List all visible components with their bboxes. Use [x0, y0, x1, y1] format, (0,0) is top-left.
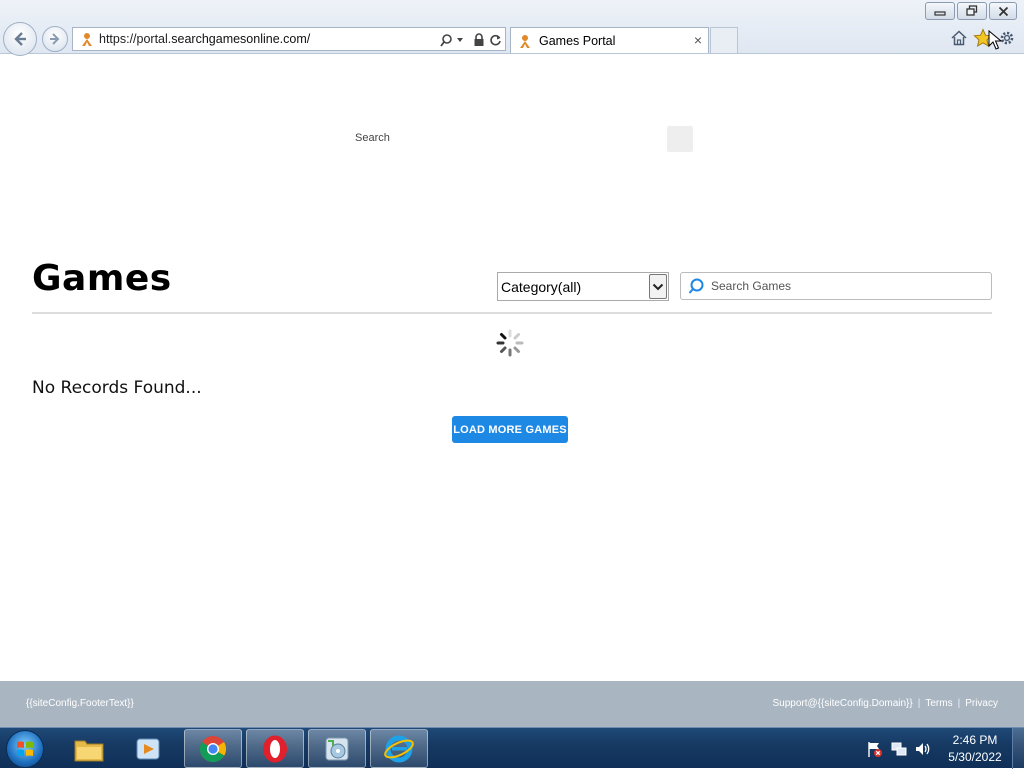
- search-games-input[interactable]: [709, 278, 979, 294]
- minimize-button[interactable]: [925, 2, 955, 20]
- restore-button[interactable]: [957, 2, 987, 20]
- taskbar-explorer[interactable]: [60, 729, 118, 768]
- start-button[interactable]: [6, 730, 44, 768]
- minimize-icon: [934, 11, 946, 16]
- tab-games-portal[interactable]: Games Portal ×: [510, 27, 709, 53]
- search-dropdown-icon[interactable]: [439, 32, 465, 48]
- explorer-icon: [74, 740, 104, 761]
- show-desktop-button[interactable]: [1012, 728, 1024, 769]
- close-icon: [998, 6, 1008, 16]
- taskbar-media-center[interactable]: [308, 729, 366, 768]
- taskbar-internet-explorer[interactable]: [370, 729, 428, 768]
- network-icon[interactable]: [890, 740, 908, 758]
- url-text[interactable]: https://portal.searchgamesonline.com/: [99, 32, 310, 46]
- tab-favicon-icon: [520, 34, 530, 48]
- tab-title: Games Portal: [539, 33, 616, 48]
- internet-explorer-icon: [384, 735, 414, 762]
- back-arrow-icon: [14, 32, 26, 46]
- address-bar[interactable]: https://portal.searchgamesonline.com/: [72, 27, 506, 51]
- volume-icon[interactable]: [914, 740, 932, 758]
- windows-logo-icon: [17, 741, 33, 756]
- site-footer: {{siteConfig.FooterText}} Support@{{site…: [0, 681, 1024, 727]
- search-icon: [688, 278, 704, 294]
- terms-link[interactable]: Terms: [925, 698, 952, 709]
- refresh-icon[interactable]: [488, 32, 502, 48]
- chrome-icon: [199, 735, 227, 762]
- taskbar-chrome[interactable]: [184, 729, 242, 768]
- url-domain: searchgamesonline.com/: [171, 32, 311, 46]
- lock-icon[interactable]: [472, 32, 486, 48]
- no-records-message: No Records Found...: [32, 378, 202, 398]
- close-button[interactable]: [989, 2, 1017, 20]
- support-link[interactable]: Support@{{siteConfig.Domain}}: [773, 698, 913, 709]
- footer-separator: |: [957, 698, 961, 709]
- site-favicon-icon: [82, 33, 92, 46]
- privacy-link[interactable]: Privacy: [965, 698, 998, 709]
- forward-button[interactable]: [42, 26, 68, 52]
- search-label: Search: [355, 132, 390, 144]
- taskbar: 2:46 PM 5/30/2022: [0, 727, 1024, 769]
- media-player-icon: [136, 738, 160, 759]
- load-more-games-button[interactable]: LOAD MORE GAMES: [452, 416, 568, 443]
- search-games-box[interactable]: [680, 272, 992, 300]
- loading-spinner-icon: [496, 329, 524, 357]
- header-divider: [32, 312, 992, 314]
- tab-close-icon[interactable]: ×: [694, 33, 702, 47]
- search-button[interactable]: [667, 126, 693, 152]
- taskbar-opera[interactable]: [246, 729, 304, 768]
- category-select-value: Category(all): [501, 278, 582, 295]
- home-icon[interactable]: [948, 27, 970, 49]
- clock-time[interactable]: 2:46 PM: [940, 733, 1010, 747]
- restore-icon: [966, 5, 978, 16]
- clock-date[interactable]: 5/30/2022: [940, 750, 1010, 764]
- media-center-icon: [325, 737, 349, 760]
- forward-arrow-icon: [50, 33, 60, 45]
- opera-icon: [263, 735, 287, 762]
- footer-separator: |: [917, 698, 921, 709]
- footer-text: {{siteConfig.FooterText}}: [26, 698, 134, 709]
- chevron-down-icon[interactable]: [649, 274, 667, 299]
- footer-links: Support@{{siteConfig.Domain}} | Terms | …: [773, 698, 999, 709]
- back-button[interactable]: [3, 22, 37, 56]
- page-title: Games: [32, 258, 172, 299]
- category-select[interactable]: Category(all): [497, 272, 669, 301]
- mouse-cursor-icon: [988, 30, 1002, 50]
- action-center-flag-icon[interactable]: [866, 740, 884, 758]
- url-prefix: https://portal.: [99, 32, 172, 46]
- new-tab-button[interactable]: [710, 27, 738, 53]
- browser-chrome: https://portal.searchgamesonline.com/ Ga…: [0, 0, 1024, 56]
- taskbar-media-player[interactable]: [120, 729, 178, 768]
